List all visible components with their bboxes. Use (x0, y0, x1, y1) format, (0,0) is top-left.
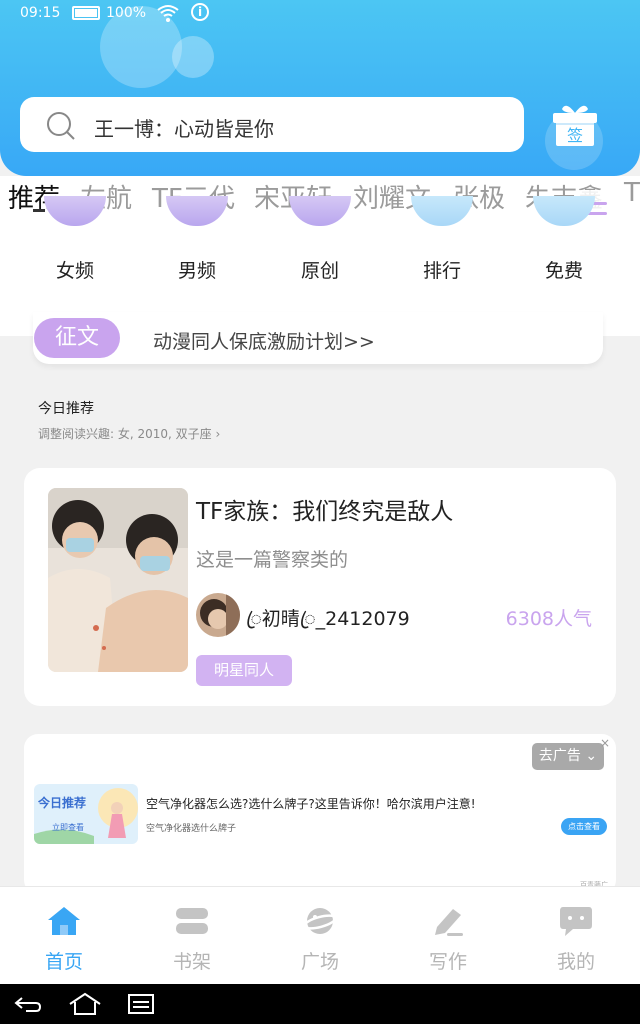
sign-in-gift-button[interactable]: 签 (552, 103, 598, 147)
nav-label: 书架 (172, 951, 211, 973)
category-icon (289, 196, 351, 226)
category-label: 男频 (177, 260, 216, 282)
category-icon (44, 196, 106, 226)
book-description: 这是一篇警察类的 (196, 549, 349, 571)
nav-label: 写作 (428, 951, 467, 973)
interest-adjust-text: 调整阅读兴趣: 女, 2010, 双子座 (38, 427, 212, 441)
ad-image: 今日推荐 立即查看 (34, 784, 138, 844)
search-bar[interactable]: 王一博：心动皆是你 (20, 97, 524, 152)
recommend-title: 今日推荐 (38, 401, 94, 417)
ad-image-sub: 立即查看 (52, 823, 84, 832)
popularity-count: 6308人气 (505, 608, 592, 630)
category-icon (533, 196, 595, 226)
genre-tag: 明星同人 (196, 655, 292, 686)
nav-label: 首页 (44, 951, 83, 973)
wifi-icon (157, 5, 179, 22)
ad-card[interactable]: 去广告 ⌄ × 今日推荐 立即查看 空气净化器怎么选?选什么牌子?这里告诉你！哈… (24, 734, 616, 894)
search-icon (47, 112, 75, 140)
book-cover (48, 488, 188, 672)
close-icon[interactable]: × (600, 736, 610, 750)
category-label: 排行 (422, 260, 461, 282)
decor-bubble (172, 36, 214, 78)
tab-more[interactable]: T (624, 178, 640, 208)
pen-icon (435, 909, 463, 936)
nav-label: 我的 (556, 951, 595, 973)
ad-image-label: 今日推荐 (38, 796, 87, 810)
category-icon (166, 196, 228, 226)
active-tab-indicator (33, 209, 45, 212)
back-icon[interactable] (14, 994, 42, 1014)
battery-icon (72, 6, 100, 20)
ad-cta-button[interactable]: 点击查看 (561, 818, 607, 835)
author-name: ꦿ初晴ꦿ_2412079 (246, 608, 410, 630)
book-title: TF家族：我们终究是敌人 (196, 499, 454, 525)
remove-ad-button[interactable]: 去广告 ⌄ (532, 743, 604, 770)
battery-percent: 100% (106, 5, 147, 21)
search-placeholder: 王一博：心动皆是你 (94, 117, 274, 141)
interest-adjust-link[interactable]: 调整阅读兴趣: 女, 2010, 双子座 › (38, 425, 220, 442)
bookshelf-icon (176, 908, 208, 934)
ad-subtitle: 空气净化器选什么牌子 (146, 824, 237, 834)
category-icon (411, 196, 473, 226)
planet-icon (303, 908, 337, 934)
remove-ad-label: 去广告 (538, 748, 581, 764)
ad-title: 空气净化器怎么选?选什么牌子?这里告诉你！哈尔滨用户注意! (146, 797, 476, 811)
contest-banner[interactable]: 征文 动漫同人保底激励计划>> (33, 312, 603, 364)
gift-label: 签 (567, 126, 583, 145)
bottom-nav: 首页 书架 广场 写作 我的 (0, 886, 640, 984)
category-label: 女频 (55, 260, 94, 282)
status-time: 09:15 (20, 5, 61, 21)
book-card[interactable]: TF家族：我们终究是敌人 这是一篇警察类的 ꦿ初晴ꦿ_2412079 6308人… (24, 468, 616, 706)
home-icon (48, 907, 80, 935)
status-bar: 09:15 100% i (0, 0, 640, 26)
home-button-icon[interactable] (68, 992, 102, 1016)
contest-text: 动漫同人保底激励计划>> (153, 331, 375, 353)
category-label: 免费 (544, 260, 583, 282)
category-label: 原创 (300, 260, 339, 282)
nav-label: 广场 (300, 951, 339, 973)
header: 09:15 100% i 王一博：心动皆是你 签 (0, 0, 640, 176)
author-avatar (196, 593, 240, 637)
recents-icon[interactable] (128, 994, 154, 1014)
chevron-down-icon: ⌄ (585, 748, 598, 764)
info-icon: i (191, 3, 209, 21)
gift-icon: 签 (553, 105, 597, 146)
chat-bubble-icon (560, 907, 592, 936)
system-nav-bar (0, 984, 640, 1024)
chevron-right-icon: › (215, 427, 221, 441)
contest-tag: 征文 (34, 318, 120, 358)
